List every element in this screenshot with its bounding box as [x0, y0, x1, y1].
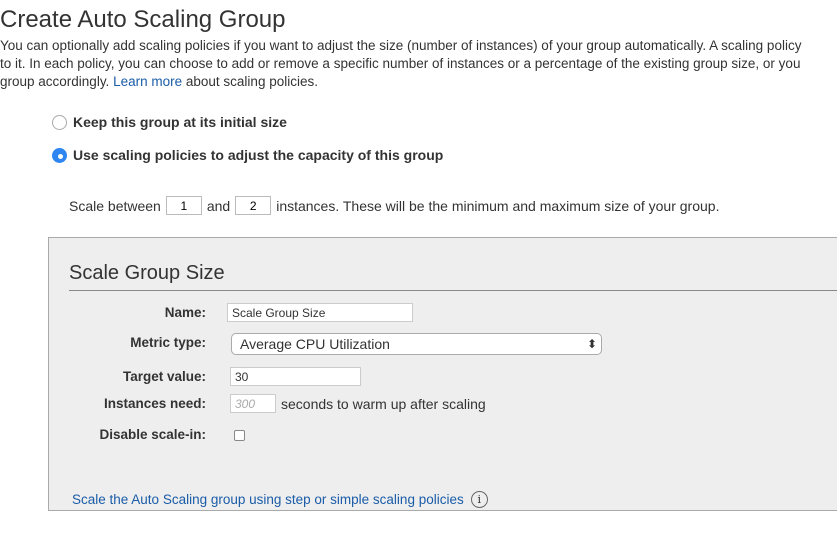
metric-type-select[interactable]: Average CPU Utilization ⬍	[231, 333, 602, 355]
scale-suffix: instances. These will be the minimum and…	[276, 197, 720, 214]
intro-text: You can optionally add scaling policies …	[0, 37, 801, 91]
radio-keep-size[interactable]	[52, 114, 67, 130]
warmup-input[interactable]: 300	[230, 394, 276, 413]
option-keep-size[interactable]: Keep this group at its initial size	[52, 114, 287, 130]
option-use-policies[interactable]: Use scaling policies to adjust the capac…	[52, 147, 443, 163]
metric-type-value: Average CPU Utilization	[240, 336, 390, 352]
info-icon[interactable]: i	[470, 491, 488, 508]
select-arrows-icon: ⬍	[586, 337, 597, 351]
target-value-input[interactable]: 30	[230, 367, 361, 386]
step-scaling-link-text[interactable]: Scale the Auto Scaling group using step …	[72, 492, 464, 507]
disable-scale-in-checkbox[interactable]	[234, 430, 245, 441]
intro-line: to it. In each policy, you can choose to…	[0, 56, 801, 71]
warmup-suffix: seconds to warm up after scaling	[281, 396, 486, 412]
warmup-label: Instances need:	[103, 396, 206, 411]
intro-line: group accordingly.	[0, 74, 110, 89]
name-label: Name:	[164, 305, 206, 320]
option-label: Keep this group at its initial size	[73, 114, 287, 130]
option-label: Use scaling policies to adjust the capac…	[73, 147, 444, 163]
intro-line: about scaling policies.	[185, 74, 318, 89]
metric-type-label: Metric type:	[130, 335, 206, 350]
disable-scale-in-label: Disable scale-in:	[99, 427, 206, 442]
page-title: Create Auto Scaling Group	[0, 6, 286, 33]
panel-title: Scale Group Size	[69, 262, 225, 284]
scale-prefix: Scale between	[69, 197, 161, 214]
scale-and: and	[206, 197, 231, 214]
learn-more-link[interactable]: Learn more	[113, 74, 182, 89]
intro-line: You can optionally add scaling policies …	[0, 38, 802, 53]
scaling-policy-panel: Scale Group Size Name: Scale Group Size …	[48, 237, 837, 511]
name-input[interactable]: Scale Group Size	[227, 303, 413, 322]
target-value-label: Target value:	[122, 369, 206, 384]
radio-use-policies[interactable]	[52, 147, 67, 163]
scale-range: Scale between and instances. These will …	[69, 196, 719, 215]
divider	[69, 290, 837, 291]
max-instances-input[interactable]	[235, 196, 272, 215]
step-scaling-link[interactable]: Scale the Auto Scaling group using step …	[72, 491, 488, 508]
min-instances-input[interactable]	[165, 196, 202, 215]
